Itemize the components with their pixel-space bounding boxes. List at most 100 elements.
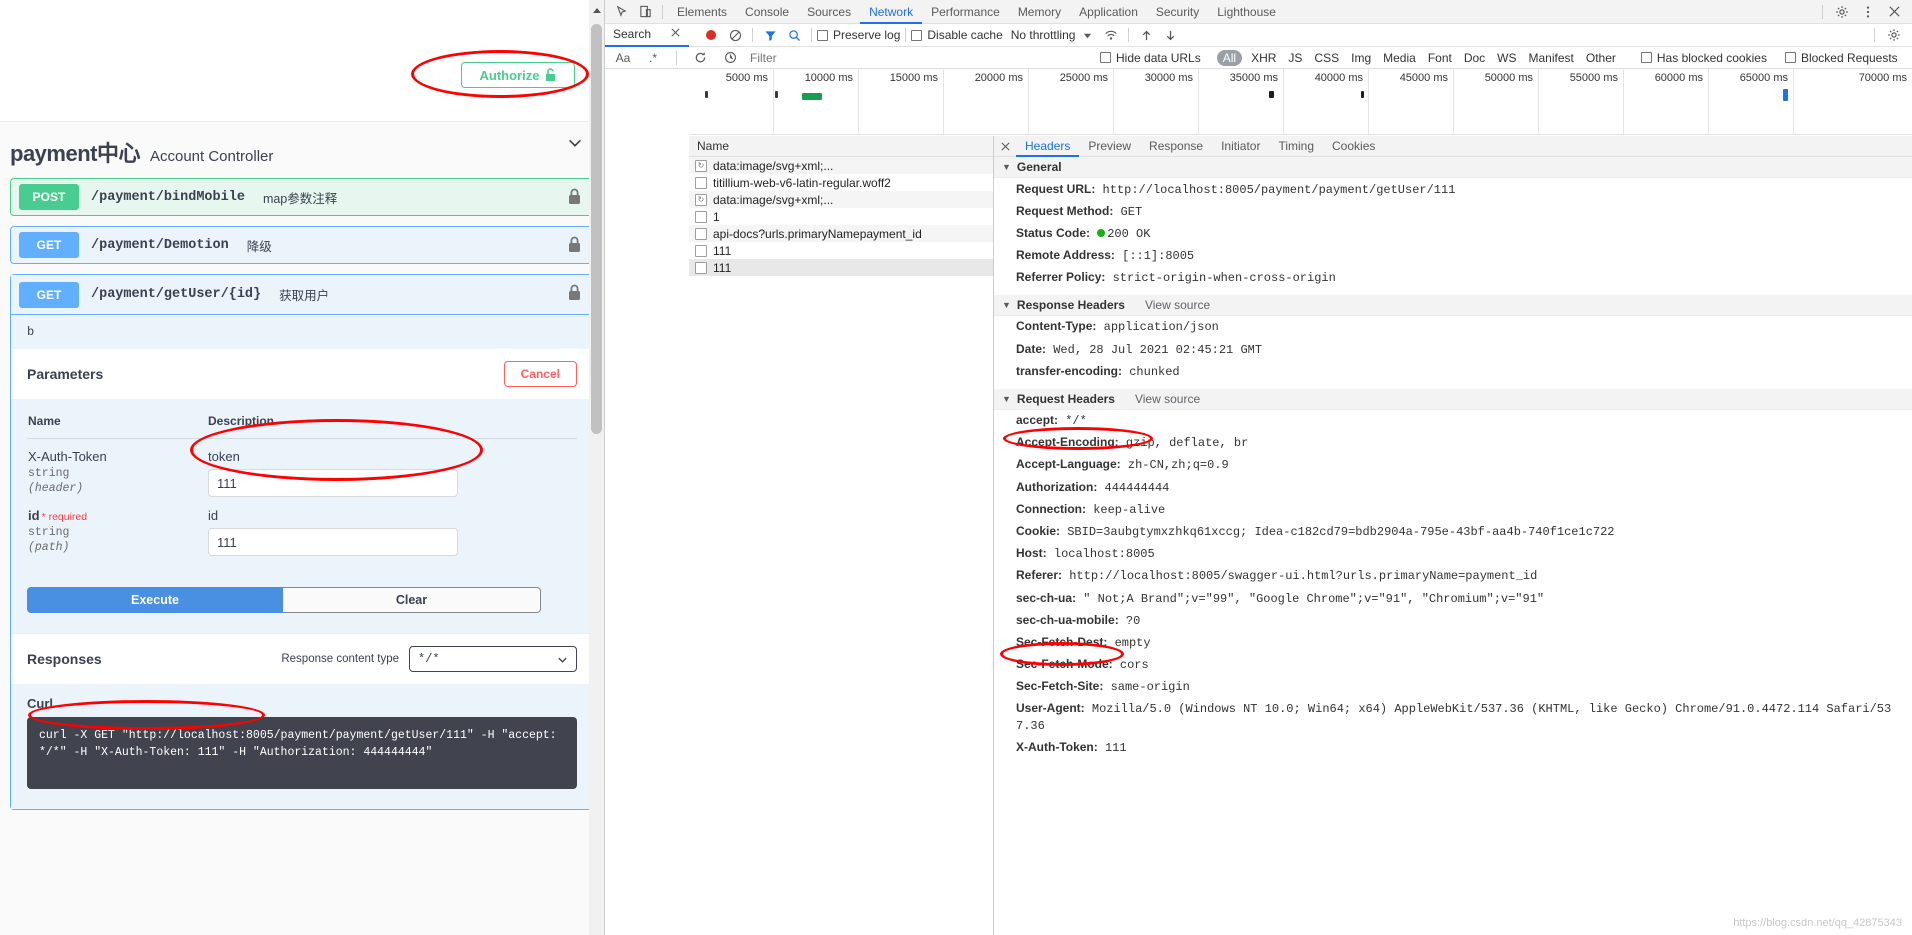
refresh-icon: ↻ — [695, 159, 707, 172]
lock-icon[interactable] — [568, 188, 581, 205]
tab-sources[interactable]: Sources — [798, 0, 860, 24]
general-section-title[interactable]: ▼ General — [994, 157, 1912, 178]
tab-headers[interactable]: Headers — [1016, 136, 1080, 157]
swagger-logo-text: payment中心 — [10, 141, 140, 166]
response-content-type-select[interactable]: */* — [409, 646, 577, 672]
scroll-up-icon[interactable] — [593, 8, 601, 13]
tab-elements[interactable]: Elements — [668, 0, 736, 24]
timeline-tick: 25000 ms — [1059, 72, 1108, 84]
authorize-button[interactable]: Authorize — [461, 62, 575, 88]
clear-network-log-icon[interactable] — [723, 25, 747, 45]
blocked-requests-checkbox[interactable]: Blocked Requests — [1784, 51, 1898, 65]
view-source-link[interactable]: View source — [1135, 392, 1200, 406]
resource-type-css[interactable]: CSS — [1311, 51, 1342, 65]
requests-column-header[interactable]: Name — [689, 136, 993, 157]
timeline-tick: 45000 ms — [1399, 72, 1448, 84]
lock-icon[interactable] — [568, 284, 581, 301]
tab-network[interactable]: Network — [860, 0, 923, 24]
tab-console[interactable]: Console — [736, 0, 798, 24]
resource-type-img[interactable]: Img — [1348, 51, 1374, 65]
search-drawer-tab[interactable]: Search — [605, 24, 689, 47]
refresh-icon[interactable] — [688, 48, 712, 68]
search-icon[interactable] — [782, 25, 806, 45]
execute-button[interactable]: Execute — [27, 587, 283, 613]
record-icon[interactable] — [699, 25, 723, 45]
regex-icon[interactable]: .* — [641, 48, 665, 68]
hide-data-urls-checkbox[interactable]: Hide data URLs — [1100, 51, 1201, 65]
request-headers-section-title[interactable]: ▼ Request Headers View source — [994, 388, 1912, 410]
scrollbar-thumb[interactable] — [591, 24, 602, 434]
has-blocked-cookies-checkbox[interactable]: Has blocked cookies — [1640, 51, 1767, 65]
list-item[interactable]: ↻ data:image/svg+xml;... — [689, 191, 993, 208]
network-settings-gear-icon[interactable] — [1882, 25, 1906, 45]
inspect-element-icon[interactable] — [609, 2, 633, 22]
disable-cache-checkbox[interactable]: Disable cache — [911, 28, 1003, 42]
header-row: Status Code: 200 OK — [994, 222, 1912, 244]
operation-summary[interactable]: GET /payment/getUser/{id} 获取用户 — [11, 275, 593, 315]
filter-input[interactable] — [748, 49, 893, 66]
cancel-button[interactable]: Cancel — [503, 361, 577, 387]
resource-type-media[interactable]: Media — [1380, 51, 1419, 65]
resource-type-all[interactable]: All — [1216, 49, 1243, 66]
resource-type-xhr[interactable]: XHR — [1248, 51, 1279, 65]
list-item[interactable]: titillium-web-v6-latin-regular.woff2 — [689, 174, 993, 191]
close-icon[interactable] — [1882, 2, 1906, 22]
operation-summary[interactable]: POST /payment/bindMobile map参数注释 — [11, 179, 593, 215]
operation-summary[interactable]: GET /payment/Demotion 降级 — [11, 227, 593, 263]
network-overview-timeline[interactable]: 5000 ms 10000 ms 15000 ms 20000 ms 25000… — [689, 69, 1912, 135]
param-location: (path) — [28, 541, 70, 554]
list-item[interactable]: 111 — [689, 242, 993, 259]
tab-memory[interactable]: Memory — [1009, 0, 1070, 24]
tab-response[interactable]: Response — [1140, 136, 1212, 157]
header-key: Request Method: — [1016, 203, 1114, 218]
operation-get-demotion[interactable]: GET /payment/Demotion 降级 — [10, 226, 594, 264]
requests-list[interactable]: Name ↻ data:image/svg+xml;... titillium-… — [689, 136, 994, 935]
import-har-icon[interactable] — [1134, 25, 1158, 45]
resource-type-font[interactable]: Font — [1425, 51, 1455, 65]
chevron-down-icon[interactable] — [566, 134, 584, 152]
clock-icon[interactable] — [718, 48, 742, 68]
page-scrollbar[interactable] — [589, 0, 604, 935]
export-har-icon[interactable] — [1158, 25, 1182, 45]
clear-button[interactable]: Clear — [283, 587, 541, 613]
list-item[interactable]: 1 — [689, 208, 993, 225]
x-auth-token-input[interactable] — [208, 469, 458, 497]
toggle-device-toolbar-icon[interactable] — [633, 2, 657, 22]
more-options-icon[interactable] — [1856, 2, 1880, 22]
resource-type-ws[interactable]: WS — [1494, 51, 1519, 65]
header-row: sec-ch-ua-mobile: ?0 — [994, 609, 1912, 631]
response-headers-section-title[interactable]: ▼ Response Headers View source — [994, 294, 1912, 316]
tab-preview[interactable]: Preview — [1079, 136, 1140, 157]
list-item[interactable]: ↻ data:image/svg+xml;... — [689, 157, 993, 174]
tab-initiator[interactable]: Initiator — [1212, 136, 1269, 157]
tab-cookies[interactable]: Cookies — [1323, 136, 1384, 157]
tab-application[interactable]: Application — [1070, 0, 1147, 24]
view-source-link[interactable]: View source — [1145, 298, 1210, 312]
throttling-value[interactable]: No throttling — [1011, 28, 1076, 42]
close-icon[interactable] — [670, 27, 681, 41]
match-case-icon[interactable]: Aa — [611, 48, 635, 68]
list-item-selected[interactable]: 111 — [689, 259, 993, 276]
resource-type-other[interactable]: Other — [1583, 51, 1619, 65]
lock-icon[interactable] — [568, 236, 581, 253]
swagger-tag-header[interactable]: payment中心 Account Controller — [0, 122, 604, 178]
resource-type-manifest[interactable]: Manifest — [1526, 51, 1577, 65]
chevron-down-icon[interactable] — [1075, 25, 1099, 45]
network-conditions-icon[interactable] — [1099, 25, 1123, 45]
preserve-log-checkbox[interactable]: Preserve log — [817, 28, 900, 42]
resource-type-js[interactable]: JS — [1285, 51, 1305, 65]
id-input[interactable] — [208, 528, 458, 556]
tab-lighthouse[interactable]: Lighthouse — [1208, 0, 1285, 24]
lock-open-icon — [545, 68, 556, 82]
list-item[interactable]: api-docs?urls.primaryNamepayment_id — [689, 225, 993, 242]
header-key: Accept-Language: — [1016, 457, 1121, 472]
tab-security[interactable]: Security — [1147, 0, 1208, 24]
operation-post-bindmobile[interactable]: POST /payment/bindMobile map参数注释 — [10, 178, 594, 216]
tab-performance[interactable]: Performance — [922, 0, 1009, 24]
gear-icon[interactable] — [1830, 2, 1854, 22]
curl-command[interactable]: curl -X GET "http://localhost:8005/payme… — [27, 717, 577, 789]
resource-type-doc[interactable]: Doc — [1461, 51, 1488, 65]
tab-timing[interactable]: Timing — [1269, 136, 1323, 157]
close-icon[interactable] — [994, 136, 1016, 157]
filter-icon[interactable] — [758, 25, 782, 45]
